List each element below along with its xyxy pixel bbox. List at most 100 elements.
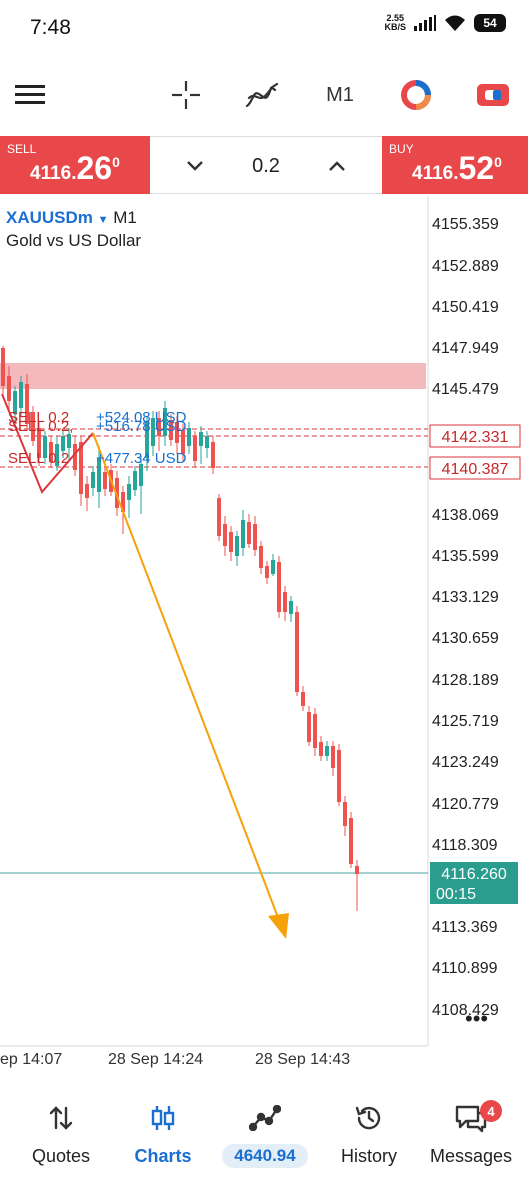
candle-body [205, 436, 209, 448]
price-tick: 4145.479 [432, 381, 499, 398]
price-chart[interactable]: SELL 0.2 +524.08 USD SELL 0.2, +516.78 U… [0, 196, 532, 1076]
price-tick: 4133.129 [432, 589, 499, 606]
price-tick: 4125.719 [432, 713, 499, 730]
price-tick: 4110.899 [432, 960, 498, 977]
chart-canvas[interactable]: SELL 0.2 +524.08 USD SELL 0.2, +516.78 U… [0, 196, 532, 1076]
candle-body [127, 484, 131, 500]
indicators-icon[interactable] [244, 76, 280, 114]
nav-trade[interactable]: 4640.94 [212, 1096, 318, 1168]
price-tick: 4138.069 [432, 507, 499, 524]
time-tick: ep 14:07 [0, 1051, 62, 1068]
candle-body [199, 432, 203, 446]
price-tick: 4135.599 [432, 548, 499, 565]
candle-body [217, 498, 221, 536]
chart-type-icon[interactable] [398, 76, 434, 114]
increase-lot-button[interactable] [322, 151, 352, 181]
buy-button[interactable]: BUY 4116.520 [382, 136, 528, 194]
nav-quotes[interactable]: Quotes [8, 1096, 114, 1167]
symbol-name[interactable]: XAUUSDm [6, 208, 93, 227]
symbol-description: Gold vs US Dollar [6, 231, 142, 250]
candle-body [295, 612, 299, 692]
sell-price: 4116.260 [30, 150, 120, 186]
trade-toggle-icon[interactable] [474, 76, 512, 114]
chart-toolbar: M1 [0, 62, 532, 128]
one-click-trading-bar: SELL 4116.260 0.2 BUY 4116.520 [0, 136, 532, 196]
current-price-value: 4116.260 [441, 866, 507, 883]
candle-body [355, 866, 359, 874]
price-tick: 4147.949 [432, 340, 499, 357]
order-price-value: 4140.387 [442, 461, 509, 478]
battery-icon: 54 [474, 14, 506, 32]
charts-icon [110, 1096, 216, 1140]
candle-body [223, 524, 227, 546]
candle-body [139, 464, 143, 486]
candle-body [193, 436, 197, 461]
candle-body [289, 601, 293, 614]
trend-arrow-drawing[interactable] [92, 432, 280, 921]
nav-charts-label: Charts [134, 1146, 192, 1166]
status-time: 7:48 [30, 16, 71, 39]
candle-body [103, 472, 107, 489]
candle-body [259, 546, 263, 568]
candle-body [61, 436, 65, 451]
timeframe-button[interactable]: M1 [320, 76, 360, 114]
candle-body [229, 532, 233, 552]
lot-size-control: 0.2 [150, 136, 382, 194]
messages-badge: 4 [480, 1100, 502, 1122]
candle-body [19, 382, 23, 408]
candle-body [349, 818, 353, 864]
network-speed-unit: KB/S [384, 22, 406, 32]
price-tick: 4152.889 [432, 258, 499, 275]
candle-body [85, 484, 89, 498]
price-tick: 4150.419 [432, 299, 499, 316]
nav-messages[interactable]: 4 Messages [418, 1096, 524, 1167]
nav-history[interactable]: History [316, 1096, 422, 1167]
symbol-timeframe: M1 [113, 208, 137, 227]
crosshair-icon[interactable] [168, 76, 204, 114]
candle-body [1, 348, 5, 386]
status-icons: 2.55 KB/S 54 [384, 14, 506, 32]
candle-body [187, 428, 191, 446]
candle-body [133, 471, 137, 490]
chevron-up-icon [329, 161, 345, 171]
candle-body [325, 746, 329, 756]
status-bar: 7:48 2.55 KB/S 54 [0, 0, 532, 56]
nav-quotes-label: Quotes [31, 1146, 91, 1166]
candle-body [301, 692, 305, 706]
signal-icon [414, 15, 436, 31]
arrow-head-icon [268, 913, 289, 939]
candle-body [67, 434, 71, 448]
history-icon [316, 1096, 422, 1140]
order-price-value: 4142.331 [442, 429, 509, 446]
wifi-icon [445, 15, 465, 31]
menu-icon[interactable] [14, 76, 46, 114]
price-tick: 4128.189 [432, 672, 499, 689]
candle-body [265, 566, 269, 578]
price-tick: 4113.369 [432, 919, 498, 936]
symbol-dropdown-icon[interactable]: ▼ [98, 214, 109, 226]
order-profit: +516.78 USD [96, 418, 187, 435]
candle-body [91, 472, 95, 488]
candle-body [331, 746, 335, 768]
nav-charts[interactable]: Charts [110, 1096, 216, 1167]
buy-label: BUY [389, 142, 414, 156]
more-options-icon[interactable]: ••• [465, 1006, 488, 1031]
quotes-icon [8, 1096, 114, 1140]
time-tick: 28 Sep 14:43 [255, 1051, 350, 1068]
symbol-header[interactable]: XAUUSDm ▼ M1 [6, 208, 137, 228]
sell-button[interactable]: SELL 4116.260 [0, 136, 150, 194]
time-tick: 28 Sep 14:24 [108, 1051, 203, 1068]
candle-body [241, 520, 245, 548]
network-speed: 2.55 KB/S [384, 14, 406, 32]
buy-price: 4116.520 [412, 150, 502, 186]
supply-zone[interactable] [0, 363, 426, 389]
candle-body [235, 536, 239, 556]
candle-countdown: 00:15 [436, 886, 476, 903]
price-tick: 4120.779 [432, 796, 499, 813]
trade-icon [212, 1096, 318, 1140]
candle-body [247, 522, 251, 544]
candle-body [283, 592, 287, 612]
candle-body [277, 562, 281, 612]
candle-body [313, 714, 317, 748]
candle-body [271, 560, 275, 574]
